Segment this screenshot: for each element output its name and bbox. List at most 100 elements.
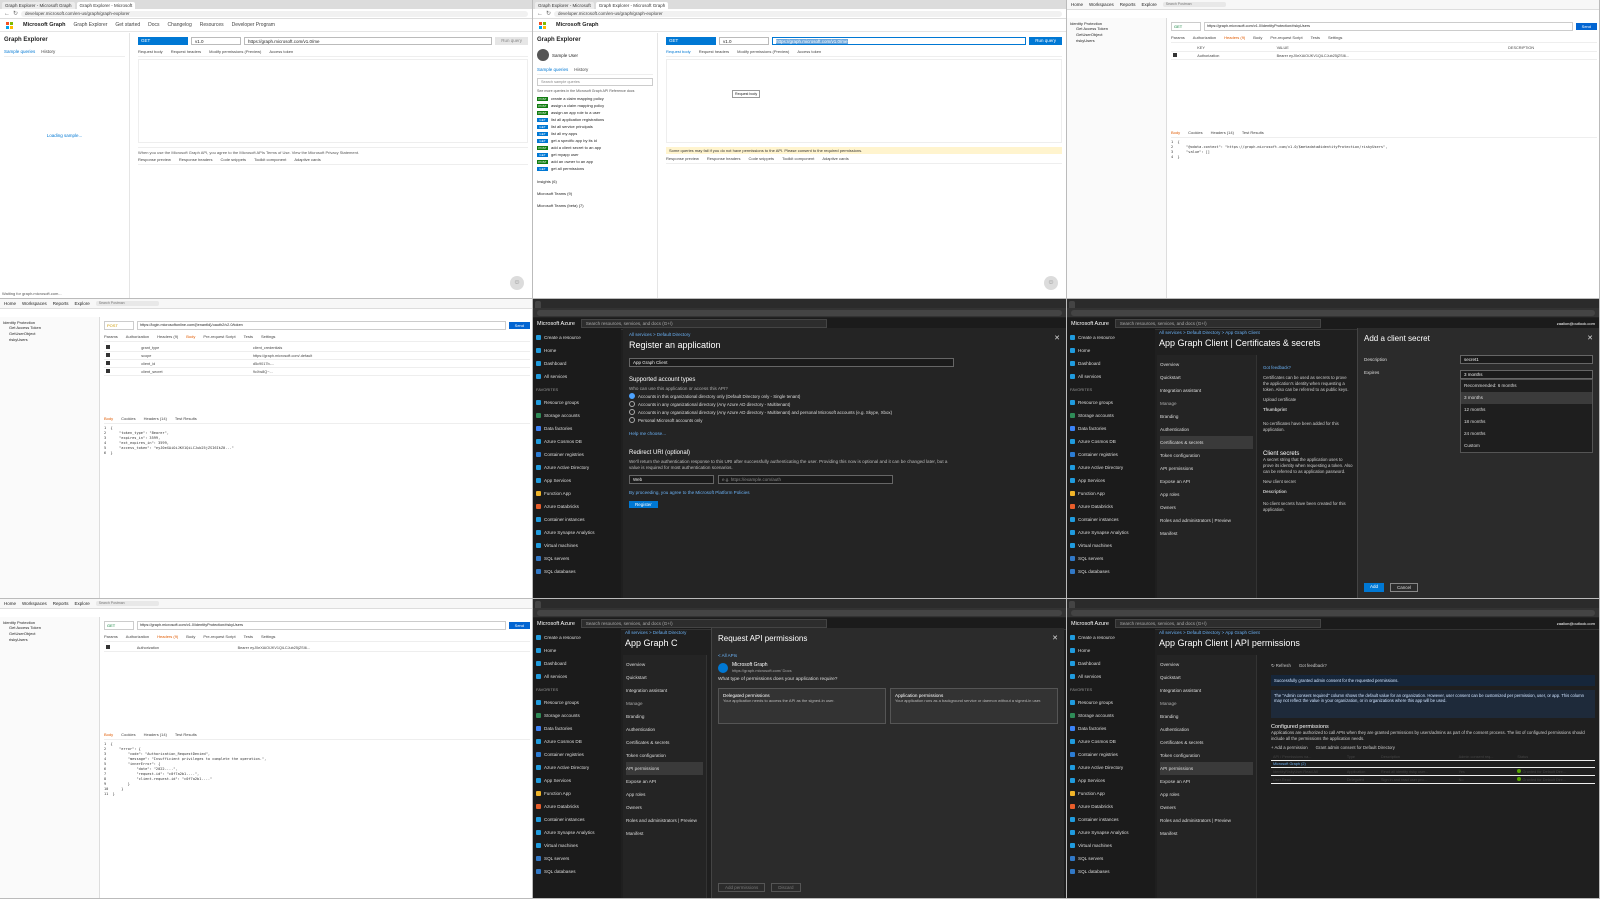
nav-item[interactable]: Azure Databricks [536, 500, 618, 513]
run-query-button[interactable]: Run query [1029, 37, 1062, 45]
nav-item[interactable]: Data factories [536, 422, 618, 435]
url-field[interactable] [1071, 309, 1595, 316]
app-menu-item[interactable]: Overview [1160, 358, 1253, 371]
account-option[interactable]: Accounts in this organizational director… [629, 393, 1060, 399]
policy-link[interactable]: By proceeding, you agree to the Microsof… [629, 490, 1060, 495]
reload-icon[interactable]: ↻ [546, 10, 551, 17]
tab-pre-request[interactable]: Pre-request Script [203, 334, 235, 339]
tab-settings[interactable]: Settings [261, 634, 275, 639]
send-button[interactable]: Send [508, 322, 530, 329]
app-menu-item[interactable]: Overview [1160, 658, 1253, 671]
app-menu-item[interactable]: Certificates & secrets [1160, 436, 1253, 449]
search-input[interactable]: Search resources, services, and docs (G+… [580, 319, 827, 328]
nav-item[interactable]: Azure Synapse Analytics [1070, 826, 1152, 839]
tab-test-results[interactable]: Test Results [1242, 130, 1264, 135]
nav-item[interactable]: Function App [536, 787, 618, 800]
tab-response-body[interactable]: Body [104, 732, 113, 737]
nav-item[interactable]: Virtual machines [536, 539, 618, 552]
new-secret-button[interactable]: New client secret [1263, 479, 1353, 485]
app-menu-item[interactable]: Owners [1160, 501, 1253, 514]
nav-item[interactable]: Virtual machines [1070, 539, 1152, 552]
browser-tab[interactable] [1069, 601, 1075, 608]
platform-select[interactable]: Web [629, 475, 714, 484]
request-item[interactable]: riskyUsers [1076, 38, 1163, 44]
tab-test-results[interactable]: Test Results [175, 416, 197, 421]
sample-query[interactable]: GET list all my apps [537, 131, 653, 136]
app-menu-item[interactable]: Certificates & secrets [626, 736, 703, 749]
tab-tests[interactable]: Tests [1311, 35, 1320, 40]
tab-history[interactable]: History [41, 49, 55, 54]
tab-authorization[interactable]: Authorization [1193, 35, 1216, 40]
add-permissions-button[interactable]: Add permissions [718, 883, 766, 892]
avatar[interactable] [537, 49, 549, 61]
feedback-link[interactable]: Got feedback? [1263, 365, 1353, 371]
menu-item[interactable]: Home [4, 601, 16, 606]
query-input[interactable]: https://graph.microsoft.com/v1.0/me [772, 37, 1027, 45]
nav-link[interactable]: Changelog [168, 22, 192, 28]
request-body-pane[interactable] [138, 59, 528, 143]
sample-query[interactable]: GET get a specific app by its id [537, 138, 653, 143]
tab-response-headers[interactable]: Response headers [707, 156, 741, 161]
brand-label[interactable]: Microsoft Azure [1071, 621, 1109, 627]
app-menu-item[interactable]: API permissions [1160, 462, 1253, 475]
search-input[interactable]: Search resources, services, and docs (G+… [580, 619, 827, 628]
nav-item[interactable]: App Services [536, 474, 618, 487]
account-email[interactable]: zaalion@outlook.com [1557, 621, 1595, 626]
all-apis-link[interactable]: < All APIs [718, 653, 1058, 658]
search-input[interactable]: Search resources, services, and docs (G+… [1114, 319, 1321, 328]
nav-item[interactable]: Function App [536, 487, 618, 500]
nav-item[interactable]: Container registries [536, 748, 618, 761]
app-menu-item[interactable]: Overview [626, 658, 703, 671]
reload-icon[interactable]: ↻ [13, 10, 18, 17]
browser-tab[interactable] [535, 301, 541, 308]
send-button[interactable]: Send [1575, 23, 1597, 30]
menu-item[interactable]: Reports [1120, 2, 1136, 7]
nav-item[interactable]: All services [1070, 370, 1152, 383]
app-menu-item[interactable]: Token configuration [1160, 449, 1253, 462]
url-input[interactable]: https://graph.microsoft.com/v1.0/identit… [137, 621, 506, 630]
grant-consent-button[interactable]: Grant admin consent for Default Director… [1316, 745, 1395, 750]
nav-item[interactable]: Azure Synapse Analytics [1070, 526, 1152, 539]
menu-item[interactable]: Reports [53, 601, 69, 606]
version-select[interactable]: v1.0 [191, 37, 241, 45]
method-select[interactable]: GET [666, 37, 716, 45]
app-menu-item[interactable]: Roles and administrators | Preview [626, 814, 703, 827]
tab-response-headers[interactable]: Headers (14) [144, 732, 167, 737]
nav-item[interactable]: Storage accounts [1070, 709, 1152, 722]
tab-request-body[interactable]: Request body [666, 49, 691, 54]
brand-label[interactable]: Microsoft Graph [556, 22, 598, 28]
nav-item[interactable]: SQL servers [536, 852, 618, 865]
nav-item[interactable]: Dashboard [1070, 357, 1152, 370]
app-name-input[interactable]: App Graph Client [629, 358, 954, 367]
tab-test-results[interactable]: Test Results [175, 732, 197, 737]
nav-item[interactable]: Create a resource [1070, 331, 1152, 344]
nav-item[interactable]: Home [1070, 344, 1152, 357]
app-menu-item[interactable]: Manifest [626, 827, 703, 840]
expires-option[interactable]: 24 months [1461, 428, 1592, 440]
app-menu-item[interactable]: Authentication [626, 723, 703, 736]
tab-authorization[interactable]: Authorization [126, 334, 149, 339]
app-menu-item[interactable]: Manifest [1160, 827, 1253, 840]
tab-request-headers[interactable]: Request headers [171, 49, 201, 54]
microsoft-logo-icon[interactable] [539, 21, 546, 29]
nav-link[interactable]: Resources [200, 22, 224, 28]
header-value[interactable]: Bearer eyJ0eXAiOiJKV1QiLCJub25jZSI6... [235, 644, 530, 652]
tab-response-body[interactable]: Body [104, 416, 113, 421]
tab-modify-permissions[interactable]: Modify permissions (Preview) [737, 49, 789, 54]
tab-tests[interactable]: Tests [244, 334, 253, 339]
method-select[interactable]: GET [104, 621, 134, 630]
application-card[interactable]: Application permissions Your application… [890, 688, 1058, 724]
nav-item[interactable]: Container instances [536, 513, 618, 526]
nav-item[interactable]: SQL databases [536, 565, 618, 578]
nav-item[interactable]: SQL databases [536, 865, 618, 878]
tab-response-body[interactable]: Body [1171, 130, 1180, 135]
app-menu-item[interactable]: App roles [626, 788, 703, 801]
nav-item[interactable]: Virtual machines [1070, 839, 1152, 852]
tab-headers[interactable]: Headers (9) [157, 334, 178, 339]
app-menu-item[interactable]: App roles [1160, 788, 1253, 801]
body-value[interactable]: 9cXw8Q~... [250, 367, 530, 376]
nav-item[interactable]: App Services [1070, 474, 1152, 487]
nav-item[interactable]: Dashboard [536, 657, 618, 670]
nav-item[interactable]: Resource groups [1070, 696, 1152, 709]
search-input[interactable]: Search resources, services, and docs (G+… [1114, 619, 1321, 628]
